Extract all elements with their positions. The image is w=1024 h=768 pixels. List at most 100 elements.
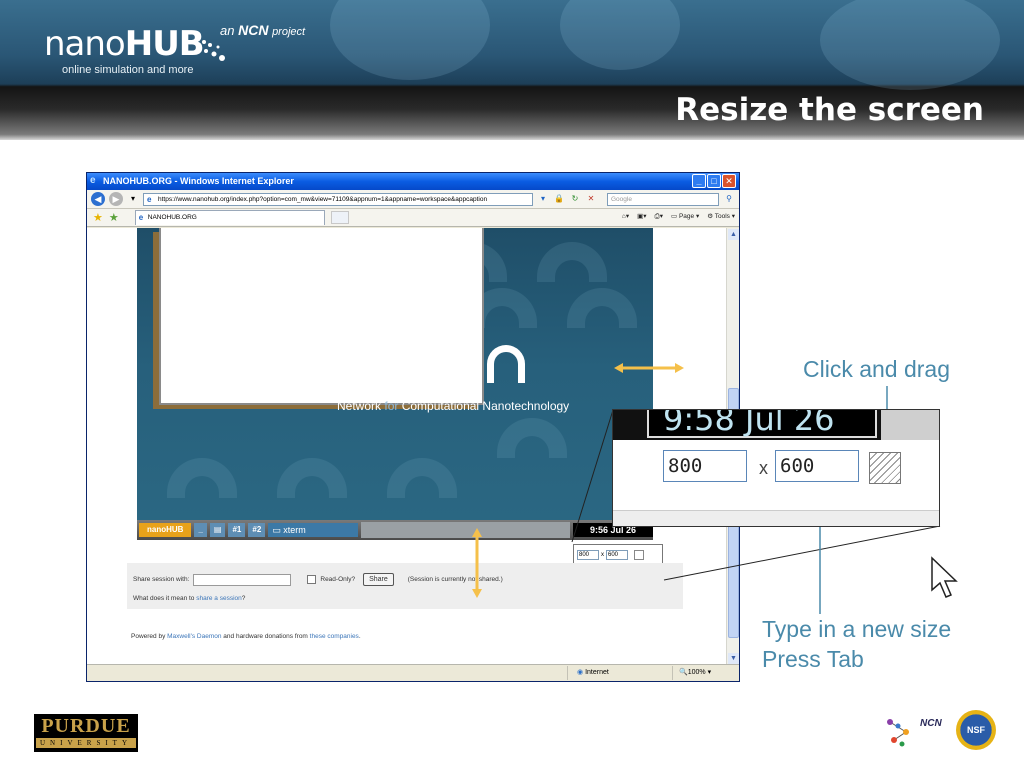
- purdue-wordmark: PURDUE: [41, 715, 131, 737]
- ncn-full-name: Network for Computational Nanotechnology: [337, 399, 569, 413]
- scroll-down-icon[interactable]: ▼: [728, 653, 739, 664]
- window-title: NANOHUB.ORG - Windows Internet Explorer: [103, 176, 294, 186]
- header-decoration: [330, 0, 490, 80]
- zoom-width-input[interactable]: 800: [663, 450, 747, 482]
- internet-zone-label: Internet: [585, 669, 609, 676]
- height-input[interactable]: 600: [606, 550, 628, 560]
- status-divider: [672, 666, 673, 680]
- xterm-task-button[interactable]: ▭ xterm: [268, 523, 359, 537]
- zoomed-size-controls: 9:58 Jul 26 800 x 600: [612, 409, 940, 527]
- forward-button[interactable]: ▶: [109, 192, 123, 206]
- background-pattern: [567, 288, 637, 328]
- command-bar: ⌂▾ ▣▾ ⎙▾ ▭ Page ▾ ⚙ Tools ▾: [622, 211, 735, 223]
- favorites-star-icon[interactable]: ★: [93, 211, 103, 224]
- workspace-desktop[interactable]: Network for Computational Nanotechnology…: [137, 228, 653, 540]
- ncn-words-rest: Computational Nanotechnology: [401, 399, 570, 413]
- new-tab-button[interactable]: [330, 211, 349, 224]
- refresh-icon[interactable]: ↻: [569, 193, 581, 205]
- url-dropdown-icon[interactable]: ▾: [537, 193, 549, 205]
- zoom-icon: 🔍: [679, 669, 688, 676]
- width-input[interactable]: 800: [577, 550, 599, 560]
- ncn-molecule-icon: [887, 719, 909, 747]
- internet-zone: ◉ Internet: [577, 668, 609, 676]
- share-session-link[interactable]: share a session: [196, 595, 242, 602]
- logo-bold-text: HUB: [124, 24, 205, 64]
- application-window[interactable]: [159, 228, 484, 405]
- history-dropdown-icon[interactable]: ▾: [127, 193, 139, 205]
- taskbar-window-icon[interactable]: ▤: [209, 523, 226, 537]
- purdue-university-text: UNIVERSITY: [36, 738, 136, 748]
- these-companies-link[interactable]: these companies: [310, 633, 359, 640]
- feeds-icon[interactable]: ▣▾: [637, 211, 646, 223]
- window-titlebar: e NANOHUB.ORG - Windows Internet Explore…: [87, 173, 739, 190]
- tools-menu-label: Tools: [714, 213, 730, 220]
- logo-tagline: online simulation and more: [62, 64, 194, 76]
- ncn-suffix: project: [272, 26, 306, 38]
- maxwells-daemon-link[interactable]: Maxwell's Daemon: [167, 633, 221, 640]
- zoom-bottom-band: [613, 510, 939, 526]
- xterm-task-label: xterm: [283, 525, 306, 535]
- resize-grip-icon[interactable]: [634, 550, 644, 560]
- share-button[interactable]: Share: [363, 573, 394, 586]
- ncn-footer-logo: NCN: [886, 712, 950, 752]
- minimize-button[interactable]: _: [692, 174, 706, 188]
- zoom-gray-strip: [881, 410, 939, 440]
- share-with-input[interactable]: [193, 573, 292, 586]
- ncn-project-logo: an NCN project: [200, 22, 306, 61]
- zoom-resize-grip-icon[interactable]: [869, 452, 901, 484]
- lock-icon[interactable]: 🔒: [553, 193, 565, 205]
- press-tab-callout: Press Tab: [762, 646, 864, 672]
- powered-by-prefix: Powered by: [131, 633, 166, 640]
- taskbar-nanohub-button[interactable]: nanoHUB: [139, 523, 192, 537]
- nsf-logo: NSF: [956, 710, 996, 750]
- desktop-1-button[interactable]: #1: [228, 523, 246, 537]
- ie-icon: e: [90, 175, 96, 186]
- ncn-name: NCN: [238, 22, 269, 38]
- horizontal-resize-arrow-icon: [614, 363, 684, 373]
- powered-by-middle: and hardware donations from: [223, 633, 308, 640]
- zoom-clock: 9:58 Jul 26: [647, 410, 877, 438]
- read-only-checkbox[interactable]: [307, 575, 317, 584]
- background-pattern: [277, 458, 347, 498]
- ncn-dots-icon: [202, 40, 225, 61]
- zoom-control[interactable]: 🔍100% ▾: [679, 668, 711, 676]
- desktop-2-button[interactable]: #2: [248, 523, 266, 537]
- stop-icon[interactable]: ✕: [585, 193, 597, 205]
- print-icon[interactable]: ⎙▾: [655, 211, 663, 223]
- mouse-pointer-icon: [931, 556, 958, 598]
- zoom-height-input[interactable]: 600: [775, 450, 859, 482]
- type-size-callout: Type in a new size: [762, 616, 952, 642]
- page-menu[interactable]: ▭ Page ▾: [671, 211, 699, 223]
- background-pattern: [537, 242, 607, 282]
- ncn-footer-text: NCN: [920, 718, 942, 729]
- close-button[interactable]: ✕: [722, 174, 736, 188]
- tab-bar: ★ ★ NANOHUB.ORG ⌂▾ ▣▾ ⎙▾ ▭ Page ▾ ⚙ Tool…: [87, 209, 739, 227]
- taskbar-empty-area: [361, 522, 570, 538]
- back-button[interactable]: ◀: [91, 192, 105, 206]
- share-question-end: ?: [241, 595, 246, 602]
- taskbar-minimize-button[interactable]: _: [194, 523, 207, 537]
- zoom-size-separator: x: [759, 458, 768, 478]
- home-icon[interactable]: ⌂▾: [622, 211, 629, 223]
- click-drag-callout: Click and drag: [803, 356, 951, 382]
- search-icon[interactable]: ⚲: [723, 193, 735, 205]
- search-input[interactable]: Google: [607, 192, 719, 206]
- vertical-resize-arrow-icon: [472, 528, 482, 598]
- read-only-label: Read-Only?: [320, 576, 356, 583]
- workspace-taskbar: nanoHUB _ ▤ #1 #2 ▭ xterm 9:56 Jul 26: [137, 520, 653, 540]
- scroll-up-icon[interactable]: ▲: [728, 229, 739, 240]
- nanohub-logo: nanoHUB online simulation and more: [44, 24, 205, 76]
- share-question: What does it mean to: [133, 595, 195, 602]
- background-pattern: [387, 458, 457, 498]
- tab-nanohub[interactable]: NANOHUB.ORG: [134, 210, 325, 225]
- tools-menu[interactable]: ⚙ Tools ▾: [707, 211, 735, 223]
- purdue-logo: PURDUE UNIVERSITY: [34, 714, 138, 752]
- zoom-level: 100%: [687, 669, 706, 676]
- size-separator: x: [601, 552, 604, 558]
- maximize-button[interactable]: □: [707, 174, 721, 188]
- url-field[interactable]: https://www.nanohub.org/index.php?option…: [143, 192, 533, 206]
- share-status: (Session is currently not shared.): [407, 576, 503, 583]
- add-favorite-icon[interactable]: ★: [109, 211, 119, 224]
- ncn-word-for: for: [384, 399, 399, 413]
- powered-by-end: .: [358, 633, 361, 640]
